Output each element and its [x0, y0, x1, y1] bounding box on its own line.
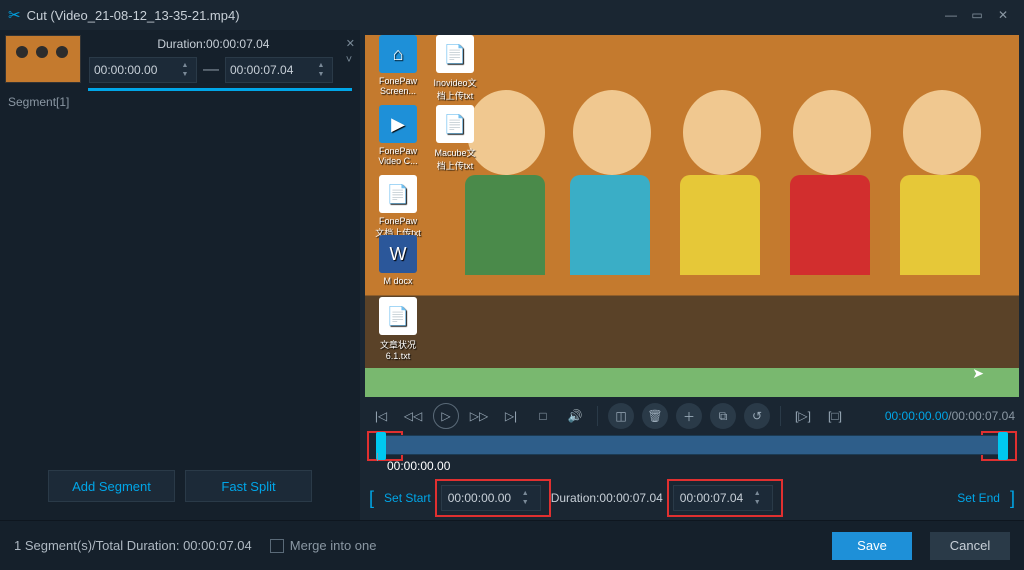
titlebar: ✂ Cut (Video_21-08-12_13-35-21.mp4) — ▭ … — [0, 0, 1024, 30]
bracket-in-icon[interactable]: [▷] — [791, 404, 815, 428]
spinner-icon[interactable]: ▲▼ — [314, 62, 328, 78]
bracket-out-icon[interactable]: [□] — [823, 404, 847, 428]
timeline-end-handle[interactable] — [998, 432, 1008, 460]
cancel-button[interactable]: Cancel — [930, 532, 1010, 560]
desktop-shortcut: 📄Macube文档上传txt — [432, 105, 478, 172]
minimize-button[interactable]: — — [938, 2, 964, 28]
set-range-row: [ Set Start 00:00:00.00 ▲▼ Duration:00:0… — [365, 483, 1019, 513]
undo-icon[interactable]: ↺ — [744, 403, 770, 429]
segment-thumbnail[interactable] — [5, 35, 81, 83]
add-segment-button[interactable]: Add Segment — [48, 470, 175, 502]
desktop-shortcut: ⌂FonePaw Screen... — [375, 35, 421, 96]
video-preview: ⌂FonePaw Screen...📄Inovideo文档上传txt▶FoneP… — [365, 35, 1019, 397]
desktop-shortcut: 📄Inovideo文档上传txt — [432, 35, 478, 102]
save-button[interactable]: Save — [832, 532, 912, 560]
bracket-open-icon: [ — [369, 488, 374, 509]
checkbox-icon[interactable] — [270, 539, 284, 553]
close-button[interactable]: ✕ — [990, 2, 1016, 28]
footer: 1 Segment(s)/Total Duration: 00:00:07.04… — [0, 520, 1024, 570]
segment-end-input[interactable]: 00:00:07.04 ▲▼ — [225, 57, 333, 83]
set-start-button[interactable]: Set Start — [384, 491, 431, 505]
duration-label: Duration:00:00:07.04 — [551, 491, 663, 505]
set-end-button[interactable]: Set End — [957, 491, 1000, 505]
bracket-close-icon: ] — [1010, 488, 1015, 509]
timeline[interactable]: 00:00:00.00 — [365, 435, 1019, 483]
segment-start-input[interactable]: 00:00:00.00 ▲▼ — [89, 57, 197, 83]
segment-duration: Duration:00:00:07.04 — [89, 37, 338, 51]
copy-icon[interactable]: ⧉ — [710, 403, 736, 429]
segment-label: Segment[1] — [0, 95, 360, 109]
forward-icon[interactable]: ▷▷ — [467, 404, 491, 428]
playback-controls: |◁ ◁◁ ▷ ▷▷ ▷| □ 🔊 ◫ 🗑 ＋ ⧉ ↺ [▷] [□] 00:0… — [365, 397, 1019, 435]
segment-panel: Duration:00:00:07.04 00:00:00.00 ▲▼ — 00… — [0, 30, 360, 520]
add-icon[interactable]: ＋ — [676, 403, 702, 429]
spinner-icon[interactable]: ▲▼ — [522, 490, 534, 506]
window-title: Cut (Video_21-08-12_13-35-21.mp4) — [27, 8, 938, 23]
remove-segment-icon[interactable]: ✕ — [346, 37, 355, 50]
stop-icon[interactable]: □ — [531, 404, 555, 428]
cursor-icon: ➤ — [972, 365, 984, 382]
desktop-shortcut: 📄FonePaw文档上传txt — [375, 175, 421, 239]
split-icon[interactable]: ◫ — [608, 403, 634, 429]
end-time-input[interactable]: 00:00:07.04 ▲▼ — [673, 485, 773, 511]
rewind-icon[interactable]: ◁◁ — [401, 404, 425, 428]
segment-progress — [88, 88, 352, 91]
dash: — — [203, 61, 219, 79]
spinner-icon[interactable]: ▲▼ — [754, 490, 766, 506]
desktop-shortcut: ▶FonePaw Video C... — [375, 105, 421, 166]
skip-start-icon[interactable]: |◁ — [369, 404, 393, 428]
delete-icon[interactable]: 🗑 — [642, 403, 668, 429]
time-display: 00:00:00.00/00:00:07.04 — [885, 409, 1015, 423]
summary-text: 1 Segment(s)/Total Duration: 00:00:07.04 — [14, 538, 252, 553]
skip-end-icon[interactable]: ▷| — [499, 404, 523, 428]
play-icon[interactable]: ▷ — [433, 403, 459, 429]
maximize-button[interactable]: ▭ — [964, 2, 990, 28]
scissors-icon: ✂ — [8, 6, 21, 24]
merge-checkbox[interactable]: Merge into one — [270, 538, 377, 553]
spinner-icon[interactable]: ▲▼ — [178, 62, 192, 78]
desktop-shortcut: WM docx — [375, 235, 421, 286]
collapse-icon[interactable]: ˅ — [346, 54, 355, 66]
start-time-input[interactable]: 00:00:00.00 ▲▼ — [441, 485, 541, 511]
fast-split-button[interactable]: Fast Split — [185, 470, 312, 502]
timeline-marker-time: 00:00:00.00 — [387, 459, 1015, 473]
desktop-shortcut: 📄文章状况 6.1.txt — [375, 297, 421, 361]
volume-icon[interactable]: 🔊 — [563, 404, 587, 428]
